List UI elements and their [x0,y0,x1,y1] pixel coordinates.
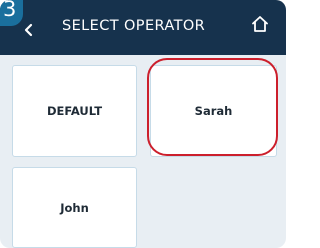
header-bar: SELECT OPERATOR [0,0,286,55]
operator-label: John [60,200,89,215]
home-icon[interactable] [250,14,270,34]
operator-tile-default[interactable]: DEFAULT [12,65,137,157]
operator-label: Sarah [194,104,233,118]
operator-tile-john[interactable]: John [12,167,137,248]
operator-label: DEFAULT [46,104,103,118]
screen: SELECT OPERATOR 3 DEFAULT Sarah John [0,0,286,248]
step-badge: 3 [0,0,23,26]
step-number: 3 [3,0,17,21]
back-arrow-icon[interactable] [22,22,36,37]
page-title: SELECT OPERATOR [62,18,206,34]
operator-tile-sarah[interactable]: Sarah [150,65,277,157]
